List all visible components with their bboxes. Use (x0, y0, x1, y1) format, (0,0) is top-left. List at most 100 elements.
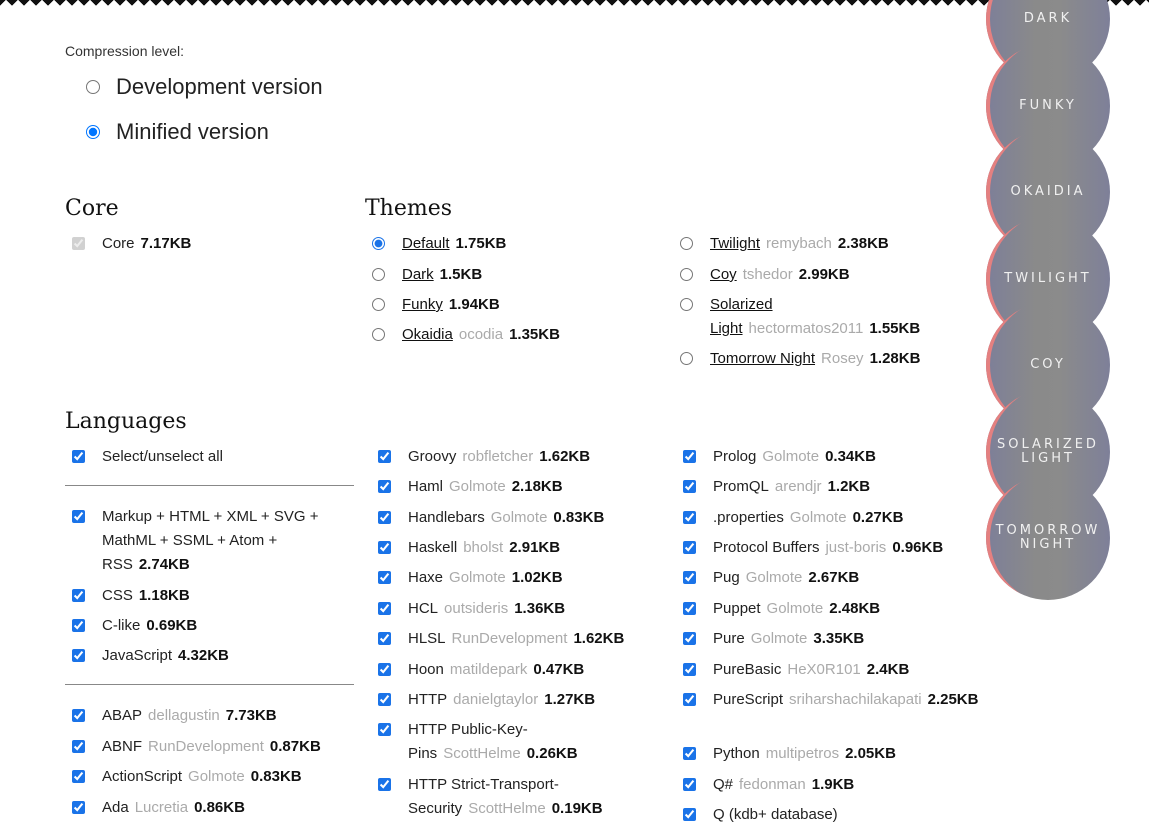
language-option[interactable]: Pug Golmote 2.67KB (683, 566, 973, 590)
language-option[interactable]: Ada Lucretia 0.86KB (72, 796, 354, 820)
theme-radio[interactable] (680, 237, 693, 250)
language-checkbox[interactable] (378, 723, 391, 736)
theme-option[interactable]: Dark 1.5KB (372, 263, 662, 287)
theme-radio[interactable] (680, 352, 693, 365)
language-option[interactable]: PromQL arendjr 1.2KB (683, 475, 973, 499)
language-option[interactable]: Python multipetros 2.05KB (683, 742, 973, 766)
language-checkbox[interactable] (378, 571, 391, 584)
language-checkbox[interactable] (72, 619, 85, 632)
theme-name-link[interactable]: Coy (710, 266, 737, 283)
theme-name-link[interactable]: Okaidia (402, 326, 453, 343)
language-option[interactable]: JavaScript 4.32KB (72, 644, 354, 668)
language-option[interactable]: Haml Golmote 2.18KB (378, 475, 658, 499)
theme-radio[interactable] (680, 268, 693, 281)
language-option[interactable]: ActionScript Golmote 0.83KB (72, 765, 354, 789)
file-size: 1.75KB (455, 235, 507, 252)
compression-option-minified[interactable]: Minified version (86, 119, 269, 145)
owner-name: Golmote (745, 569, 803, 586)
theme-preview-tomorrow-night[interactable]: TOMORROW NIGHT (986, 476, 1110, 600)
language-checkbox[interactable] (683, 602, 696, 615)
language-checkbox[interactable] (683, 632, 696, 645)
language-checkbox[interactable] (72, 709, 85, 722)
language-option[interactable]: PureBasic HeX0R101 2.4KB (683, 658, 973, 682)
theme-radio[interactable] (372, 268, 385, 281)
language-option[interactable]: PureScript sriharshachilakapati 2.25KB (683, 688, 978, 712)
language-checkbox[interactable] (683, 808, 696, 821)
theme-option[interactable]: Twilight remybach 2.38KB (680, 232, 955, 256)
theme-option[interactable]: Okaidia ocodia 1.35KB (372, 323, 662, 347)
theme-radio[interactable] (372, 237, 385, 250)
core-option[interactable]: Core 7.17KB (72, 232, 191, 256)
select-all-option[interactable]: Select/unselect all (72, 445, 352, 469)
language-option[interactable]: Protocol Buffers just-boris 0.96KB (683, 536, 973, 560)
language-option[interactable]: HTTP Public-Key-Pins ScottHelme 0.26KB (378, 718, 658, 766)
theme-name-link[interactable]: Tomorrow Night (710, 350, 815, 367)
owner-name: danielgtaylor (453, 691, 539, 708)
language-option[interactable]: CSS 1.18KB (72, 584, 354, 608)
language-checkbox[interactable] (683, 541, 696, 554)
language-option[interactable]: ABAP dellagustin 7.73KB (72, 704, 354, 728)
language-option[interactable]: C-like 0.69KB (72, 614, 354, 638)
minified-radio[interactable] (86, 125, 100, 139)
language-option[interactable]: Q# fedonman 1.9KB (683, 773, 973, 797)
language-checkbox[interactable] (378, 511, 391, 524)
theme-option[interactable]: Solarized Light hectormatos2011 1.55KB (680, 293, 955, 341)
language-checkbox[interactable] (378, 602, 391, 615)
language-checkbox[interactable] (683, 747, 696, 760)
select-all-checkbox[interactable] (72, 450, 85, 463)
theme-radio[interactable] (372, 328, 385, 341)
language-option[interactable]: Handlebars Golmote 0.83KB (378, 506, 658, 530)
language-checkbox[interactable] (683, 693, 696, 706)
theme-name-link[interactable]: Funky (402, 296, 443, 313)
language-checkbox[interactable] (378, 693, 391, 706)
language-checkbox[interactable] (378, 541, 391, 554)
language-checkbox[interactable] (378, 778, 391, 791)
language-checkbox[interactable] (72, 770, 85, 783)
language-checkbox[interactable] (378, 663, 391, 676)
language-checkbox[interactable] (72, 740, 85, 753)
owner-name: remybach (766, 235, 832, 252)
language-option[interactable]: HLSL RunDevelopment 1.62KB (378, 627, 658, 651)
theme-option[interactable]: Funky 1.94KB (372, 293, 662, 317)
language-option[interactable]: .properties Golmote 0.27KB (683, 506, 973, 530)
theme-radio[interactable] (372, 298, 385, 311)
theme-option[interactable]: Default 1.75KB (372, 232, 662, 256)
compression-option-development[interactable]: Development version (86, 74, 323, 100)
language-checkbox[interactable] (683, 480, 696, 493)
language-option[interactable]: Puppet Golmote 2.48KB (683, 597, 973, 621)
language-checkbox[interactable] (683, 778, 696, 791)
language-checkbox[interactable] (683, 663, 696, 676)
language-checkbox[interactable] (72, 510, 85, 523)
language-name: Python (713, 745, 760, 762)
theme-name-link[interactable]: Dark (402, 266, 434, 283)
theme-option[interactable]: Coy tshedor 2.99KB (680, 263, 955, 287)
language-checkbox[interactable] (378, 480, 391, 493)
language-checkbox[interactable] (72, 589, 85, 602)
development-radio[interactable] (86, 80, 100, 94)
language-option[interactable]: Hoon matildepark 0.47KB (378, 658, 658, 682)
language-option[interactable]: Markup + HTML + XML + SVG + MathML + SSM… (72, 505, 354, 577)
theme-option[interactable]: Tomorrow Night Rosey 1.28KB (680, 347, 955, 371)
language-option[interactable]: ABNF RunDevelopment 0.87KB (72, 735, 354, 759)
language-checkbox[interactable] (378, 632, 391, 645)
language-option[interactable]: HTTP Strict-Transport-Security ScottHelme… (378, 773, 658, 821)
language-option[interactable]: Haskell bholst 2.91KB (378, 536, 658, 560)
core-checkbox[interactable] (72, 237, 85, 250)
language-option[interactable]: Haxe Golmote 1.02KB (378, 566, 658, 590)
divider (65, 684, 354, 685)
language-checkbox[interactable] (72, 649, 85, 662)
language-checkbox[interactable] (72, 801, 85, 814)
theme-radio[interactable] (680, 298, 693, 311)
language-option[interactable]: HTTP danielgtaylor 1.27KB (378, 688, 658, 712)
theme-name-link[interactable]: Default (402, 235, 450, 252)
language-option[interactable]: Q (kdb+ database) (683, 803, 973, 827)
language-option[interactable]: Prolog Golmote 0.34KB (683, 445, 973, 469)
theme-name-link[interactable]: Twilight (710, 235, 760, 252)
language-checkbox[interactable] (683, 450, 696, 463)
language-option[interactable]: Pure Golmote 3.35KB (683, 627, 973, 651)
language-option[interactable]: HCL outsideris 1.36KB (378, 597, 658, 621)
language-checkbox[interactable] (683, 571, 696, 584)
language-option[interactable]: Groovy robfletcher 1.62KB (378, 445, 658, 469)
language-checkbox[interactable] (683, 511, 696, 524)
language-checkbox[interactable] (378, 450, 391, 463)
